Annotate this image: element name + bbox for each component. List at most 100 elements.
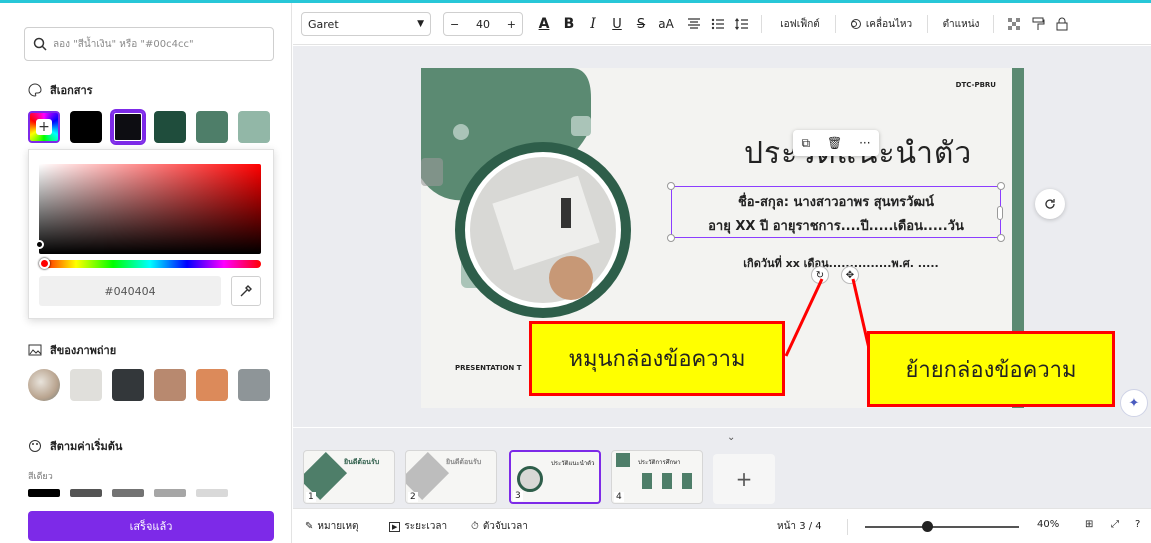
underline-button[interactable]: U	[607, 12, 627, 36]
photo-swatch-4[interactable]	[196, 369, 228, 401]
sparkle-icon: ✦	[1128, 395, 1140, 411]
default-swatch-2[interactable]	[70, 489, 102, 497]
strikethrough-button[interactable]: S	[631, 12, 651, 36]
position-button[interactable]: ตำแหน่ง	[933, 12, 989, 36]
saturation-handle[interactable]	[35, 240, 44, 249]
doc-swatch-selected[interactable]	[112, 111, 144, 143]
rotate-handle[interactable]: ↻	[811, 266, 829, 284]
refresh-button[interactable]	[1035, 189, 1065, 219]
decrease-size-button[interactable]: −	[450, 18, 459, 31]
increase-size-button[interactable]: +	[507, 18, 516, 31]
move-handle[interactable]: ✥	[841, 266, 859, 284]
saturation-area[interactable]	[39, 164, 261, 254]
search-icon	[33, 37, 47, 51]
done-button[interactable]: เสร็จแล้ว	[28, 511, 274, 541]
animate-label: เคลื่อนไหว	[865, 18, 913, 30]
page-strip: ⌄ ยินดีต้อนรับ 1 ยินดีต้อนรับ 2 ประวัติแ…	[293, 428, 1151, 508]
photo-swatch-2[interactable]	[112, 369, 144, 401]
doc-swatch-black[interactable]	[70, 111, 102, 143]
zoom-value[interactable]: 40%	[1037, 519, 1059, 530]
duration-label: ระยะเวลา	[404, 521, 448, 532]
doc-colors-title: สีเอกสาร	[50, 84, 93, 97]
photo-thumbnail	[28, 369, 60, 401]
page-thumbnail-3[interactable]: ประวัติแนะนำตัว 3	[509, 450, 601, 504]
animate-icon	[850, 19, 861, 29]
doc-swatch-light-green[interactable]	[238, 111, 270, 143]
fullscreen-icon[interactable]: ⤢	[1111, 519, 1119, 530]
color-search-field[interactable]: ลอง "สีน้ำเงิน" หรือ "#00c4cc"	[24, 27, 274, 61]
lock-button[interactable]	[1051, 12, 1073, 36]
doc-swatch-green[interactable]	[196, 111, 228, 143]
page-thumbnail-2[interactable]: ยินดีต้อนรับ 2	[405, 450, 497, 504]
page-number: 4	[614, 492, 624, 502]
eyedropper-button[interactable]	[231, 276, 261, 306]
resize-handle[interactable]	[997, 234, 1005, 242]
page-thumb-label: ประวัติการศึกษา	[638, 459, 681, 466]
photo-swatch-1[interactable]	[70, 369, 102, 401]
timer-icon: ⏱	[471, 521, 479, 532]
default-swatch-5[interactable]	[196, 489, 228, 497]
grid-view-icon[interactable]: ⊞	[1085, 519, 1093, 530]
resize-handle[interactable]	[667, 234, 675, 242]
spacing-button[interactable]	[731, 12, 753, 36]
copy-style-button[interactable]	[1027, 12, 1049, 36]
page-indicator[interactable]: หน้า 3 / 4	[777, 519, 822, 534]
default-swatch-1[interactable]	[28, 489, 60, 497]
magic-assistant-button[interactable]: ✦	[1120, 389, 1148, 417]
default-swatch-3[interactable]	[112, 489, 144, 497]
resize-handle-side[interactable]	[997, 206, 1003, 220]
text-color-button[interactable]: A	[533, 12, 555, 36]
birth-line: เกิดวันที่ xx เดือน...............พ.ศ. .…	[743, 257, 939, 270]
doc-swatch-dark-green[interactable]	[154, 111, 186, 143]
page-number: 1	[306, 492, 316, 502]
hue-handle[interactable]	[39, 258, 50, 269]
more-icon[interactable]: ···	[859, 136, 870, 150]
zoom-slider-knob[interactable]	[921, 521, 933, 532]
collapse-chevron-icon[interactable]: ⌄	[727, 432, 735, 443]
case-button[interactable]: aA	[655, 12, 677, 36]
chevron-down-icon: ▼	[417, 19, 424, 29]
selected-text-box[interactable]: ชื่อ-สกุล: นางสาวอาพร สุนทรวัฒน์ อายุ XX…	[671, 186, 1001, 238]
italic-button[interactable]: I	[583, 12, 603, 36]
font-size-value[interactable]: 40	[476, 18, 490, 31]
bold-button[interactable]: B	[559, 12, 579, 36]
add-page-button[interactable]: +	[713, 454, 775, 504]
font-dropdown[interactable]: Garet ▼	[301, 12, 431, 36]
resize-handle[interactable]	[667, 182, 675, 190]
eyedropper-icon	[240, 285, 252, 297]
color-panel: ลอง "สีน้ำเงิน" หรือ "#00c4cc" สีเอกสาร …	[0, 3, 292, 543]
timer-label: ตัวจับเวลา	[482, 521, 528, 532]
help-icon[interactable]: ?	[1135, 519, 1140, 530]
page-thumbnail-4[interactable]: ประวัติการศึกษา 4	[611, 450, 703, 504]
duplicate-icon[interactable]: ⧉	[801, 136, 810, 151]
effects-button[interactable]: เอฟเฟ็กต์	[769, 12, 831, 36]
move-callout: ย้ายกล่องข้อความ	[867, 331, 1115, 407]
notes-button[interactable]: ✎ หมายเหตุ	[305, 519, 359, 534]
page-thumb-label: ยินดีต้อนรับ	[446, 458, 482, 466]
font-size-control: − 40 +	[443, 12, 523, 36]
photo-swatch-3[interactable]	[154, 369, 186, 401]
timer-button[interactable]: ⏱ ตัวจับเวลา	[471, 519, 528, 534]
align-button[interactable]	[683, 12, 705, 36]
hue-slider[interactable]	[39, 260, 261, 268]
font-name: Garet	[308, 17, 339, 31]
age-line: อายุ XX ปี อายุราชการ....ปี.....เดือน...…	[708, 219, 964, 234]
checkerboard-icon	[1008, 18, 1020, 30]
page-thumbnail-1[interactable]: ยินดีต้อนรับ 1	[303, 450, 395, 504]
hex-input[interactable]: #040404	[39, 276, 221, 306]
transparency-button[interactable]	[1003, 12, 1025, 36]
photo-swatch-5[interactable]	[238, 369, 270, 401]
add-color-button[interactable]: +	[28, 111, 60, 143]
page-thumb-label: ประวัติแนะนำตัว	[551, 460, 595, 467]
duration-button[interactable]: ▶ ระยะเวลา	[389, 519, 447, 534]
list-button[interactable]	[707, 12, 729, 36]
resize-handle[interactable]	[997, 182, 1005, 190]
zoom-slider[interactable]	[865, 526, 1019, 528]
trash-icon[interactable]: 🗑	[827, 136, 842, 150]
toolbar-divider	[835, 15, 836, 33]
paint-roller-icon	[1032, 17, 1045, 30]
bottom-bar: ✎ หมายเหตุ ▶ ระยะเวลา ⏱ ตัวจับเวลา หน้า …	[293, 508, 1151, 543]
presentation-label: PRESENTATION T	[455, 364, 522, 372]
default-swatch-4[interactable]	[154, 489, 186, 497]
animate-button[interactable]: เคลื่อนไหว	[841, 12, 921, 36]
